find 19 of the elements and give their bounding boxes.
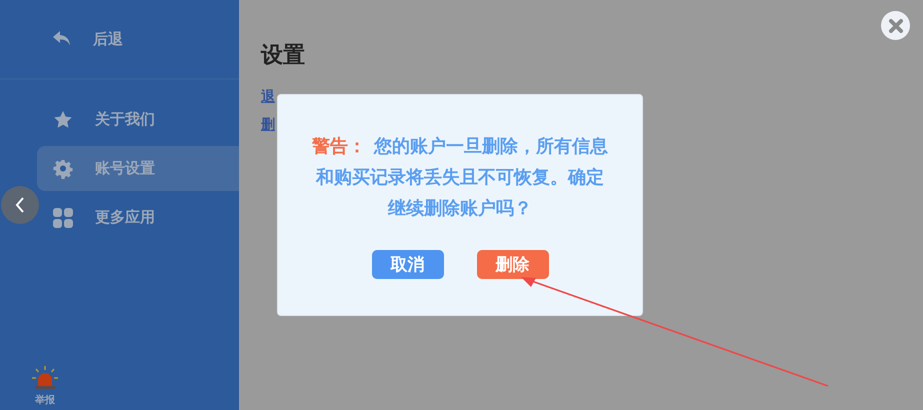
link[interactable]: 退 bbox=[261, 88, 275, 106]
close-button[interactable] bbox=[881, 11, 910, 40]
warning-message: 警告： 您的账户一旦删除，所有信息和购买记录将丢失且不可恢复。确定继续删除账户吗？ bbox=[310, 135, 609, 221]
page-title: 设置 bbox=[261, 42, 305, 70]
reply-arrow-icon bbox=[53, 31, 71, 47]
chevron-left-icon bbox=[15, 197, 25, 213]
sidebar-item[interactable]: 更多应用 bbox=[37, 195, 239, 240]
report-button[interactable]: 举报 bbox=[29, 366, 61, 407]
close-icon bbox=[888, 18, 902, 32]
settings-icon bbox=[53, 158, 73, 178]
link[interactable]: 删 bbox=[261, 116, 275, 134]
sidebar-item[interactable]: 关于我们 bbox=[37, 97, 239, 142]
sidebar-item[interactable]: 账号设置 bbox=[37, 146, 239, 191]
back-button[interactable]: 后退 bbox=[0, 0, 239, 50]
cancel-button[interactable]: 取消 bbox=[372, 250, 444, 279]
star-icon bbox=[53, 110, 73, 130]
siren-icon bbox=[32, 366, 58, 390]
apps-grid-icon bbox=[53, 208, 73, 228]
delete-button[interactable]: 删除 bbox=[476, 250, 548, 279]
